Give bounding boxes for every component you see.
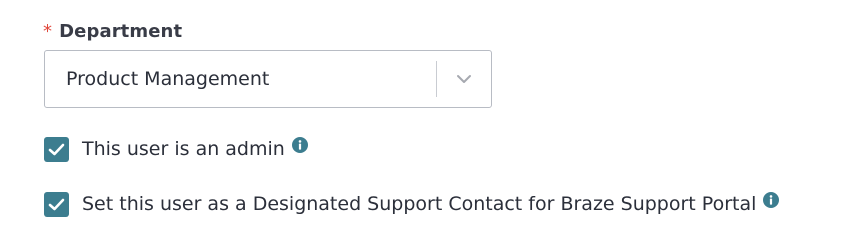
- admin-option-row[interactable]: This user is an admin: [44, 136, 308, 162]
- chevron-down-icon[interactable]: [437, 51, 491, 107]
- checkmark-icon: [48, 198, 65, 210]
- info-icon[interactable]: [763, 192, 780, 208]
- department-label-text: Department: [59, 20, 183, 42]
- required-marker: *: [43, 20, 53, 42]
- department-select-value: Product Management: [66, 68, 270, 90]
- support-contact-option-row[interactable]: Set this user as a Designated Support Co…: [44, 191, 780, 217]
- admin-option-label: This user is an admin: [82, 138, 285, 160]
- admin-checkbox[interactable]: [44, 136, 69, 162]
- department-select[interactable]: Product Management: [44, 50, 492, 108]
- info-icon[interactable]: [291, 137, 308, 153]
- support-contact-option-label: Set this user as a Designated Support Co…: [82, 193, 757, 215]
- checkmark-icon: [48, 143, 65, 155]
- department-label: * Department: [43, 19, 182, 43]
- support-contact-checkbox[interactable]: [44, 191, 69, 217]
